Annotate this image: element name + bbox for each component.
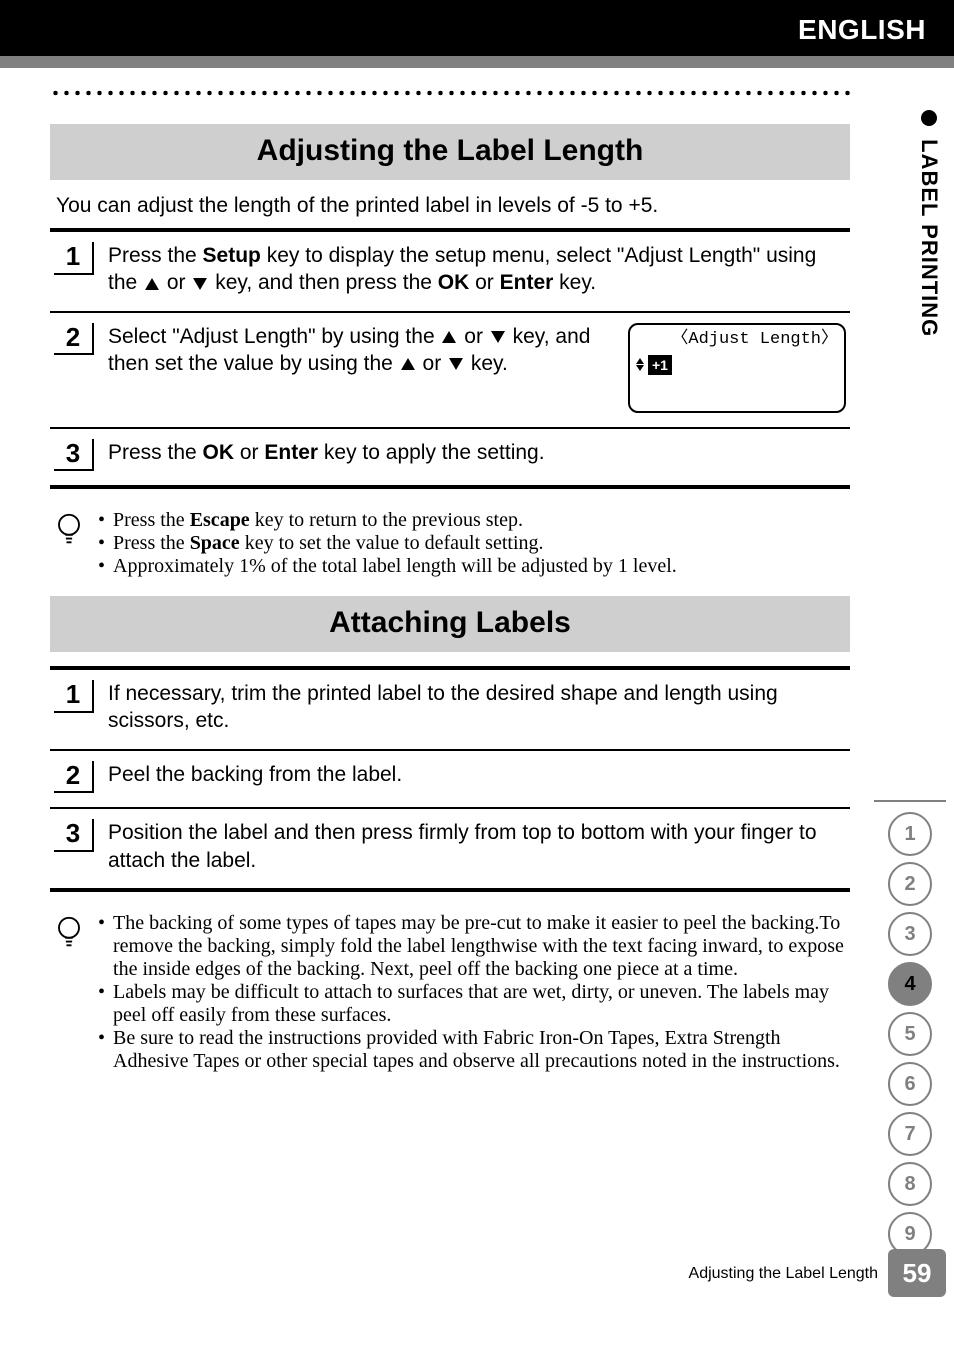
note-item: Labels may be difficult to attach to sur… [98, 981, 850, 1027]
t: or [417, 352, 447, 375]
t: Press the [108, 244, 203, 267]
note-item: Be sure to read the instructions provide… [98, 1027, 850, 1073]
step-number: 3 [54, 819, 94, 852]
chapter-tab-2[interactable]: 2 [888, 862, 932, 906]
down-arrow-icon [193, 278, 207, 290]
step-body: Peel the backing from the label. [108, 761, 846, 788]
t: key to set the value to default setting. [240, 532, 544, 554]
t: key to apply the setting. [318, 441, 544, 464]
key-enter: Enter [500, 271, 554, 294]
up-arrow-icon [145, 278, 159, 290]
t: Press the [108, 441, 203, 464]
t: key. [553, 271, 596, 294]
section1-title: Adjusting the Label Length [50, 124, 850, 180]
section1-step: 2 Select "Adjust Length" by using the or… [50, 313, 850, 429]
step-body: Select "Adjust Length" by using the or k… [108, 323, 846, 413]
t: Labels may be difficult to attach to sur… [113, 981, 850, 1027]
step-number: 1 [54, 242, 94, 275]
lightbulb-icon [54, 914, 84, 952]
section2-notes: The backing of some types of tapes may b… [54, 912, 850, 1073]
chapter-tab-3[interactable]: 3 [888, 912, 932, 956]
section1-step: 3 Press the OK or Enter key to apply the… [50, 429, 850, 490]
chapter-tab-4[interactable]: 4 [888, 962, 932, 1006]
step-body: Press the Setup key to display the setup… [108, 242, 846, 297]
t: or [458, 325, 488, 348]
t: Press the [113, 509, 190, 531]
section2-step: 3 Position the label and then press firm… [50, 809, 850, 892]
up-arrow-icon [401, 358, 415, 370]
header-bar: ENGLISH [0, 0, 954, 56]
t: key, and then press the [209, 271, 437, 294]
note-item: Press the Space key to set the value to … [98, 532, 850, 555]
chapter-tab-6[interactable]: 6 [888, 1062, 932, 1106]
t: Press the [113, 532, 190, 554]
lcd-preview: 〈Adjust Length〉 +1 [628, 323, 846, 413]
t: Approximately 1% of the total label leng… [113, 555, 677, 578]
down-arrow-icon [491, 331, 505, 343]
footer-running-title: Adjusting the Label Length [689, 1265, 878, 1283]
step-number: 1 [54, 680, 94, 713]
chapter-tab-5[interactable]: 5 [888, 1012, 932, 1056]
key-setup: Setup [203, 244, 261, 267]
down-arrow-icon [449, 358, 463, 370]
key-escape: Escape [190, 509, 250, 531]
t: Be sure to read the instructions provide… [113, 1027, 850, 1073]
notes-list: The backing of some types of tapes may b… [98, 912, 850, 1073]
tab-divider [874, 800, 946, 802]
note-item: The backing of some types of tapes may b… [98, 912, 850, 981]
chapter-tab-7[interactable]: 7 [888, 1112, 932, 1156]
chapter-tab-8[interactable]: 8 [888, 1162, 932, 1206]
notes-list: Press the Escape key to return to the pr… [98, 509, 850, 578]
language-label: ENGLISH [798, 14, 926, 46]
t: The backing of some types of tapes may b… [113, 912, 850, 981]
step-number: 3 [54, 439, 94, 472]
chapter-label: LABEL PRINTING [916, 110, 942, 337]
key-ok: OK [203, 441, 235, 464]
section2-step: 1 If necessary, trim the printed label t… [50, 670, 850, 751]
page-content: Adjusting the Label Length You can adjus… [50, 90, 850, 1091]
note-item: Approximately 1% of the total label leng… [98, 555, 850, 578]
t: key. [465, 352, 508, 375]
chapter-text: LABEL PRINTING [917, 139, 942, 337]
chapter-bullet-icon [921, 110, 937, 126]
accent-bar [0, 56, 954, 68]
step-number: 2 [54, 323, 94, 356]
key-ok: OK [438, 271, 470, 294]
lcd-value-row: +1 [636, 355, 838, 375]
step-number: 2 [54, 761, 94, 794]
note-item: Press the Escape key to return to the pr… [98, 509, 850, 532]
page-number-badge: 59 [888, 1249, 946, 1297]
lcd-title: 〈Adjust Length〉 [636, 329, 838, 351]
section1-notes: Press the Escape key to return to the pr… [54, 509, 850, 578]
key-space: Space [190, 532, 240, 554]
t: key to return to the previous step. [250, 509, 523, 531]
t: or [234, 441, 264, 464]
lightbulb-icon [54, 511, 84, 549]
section2-title: Attaching Labels [50, 596, 850, 652]
chapter-tabs: 123456789 [874, 800, 946, 1262]
key-enter: Enter [264, 441, 318, 464]
section1-step: 1 Press the Setup key to display the set… [50, 232, 850, 313]
step-body: If necessary, trim the printed label to … [108, 680, 846, 735]
section2-step: 2 Peel the backing from the label. [50, 751, 850, 810]
dotted-rule [50, 90, 850, 96]
lcd-value: +1 [648, 355, 672, 375]
t: Select "Adjust Length" by using the [108, 325, 440, 348]
up-arrow-icon [442, 331, 456, 343]
step-body: Position the label and then press firmly… [108, 819, 846, 874]
step-body: Press the OK or Enter key to apply the s… [108, 439, 846, 466]
section1-intro: You can adjust the length of the printed… [56, 194, 850, 218]
t: or [161, 271, 191, 294]
side-panel: LABEL PRINTING 123456789 [866, 80, 954, 1357]
updown-arrow-icon [636, 358, 644, 371]
chapter-tab-1[interactable]: 1 [888, 812, 932, 856]
t: or [469, 271, 499, 294]
